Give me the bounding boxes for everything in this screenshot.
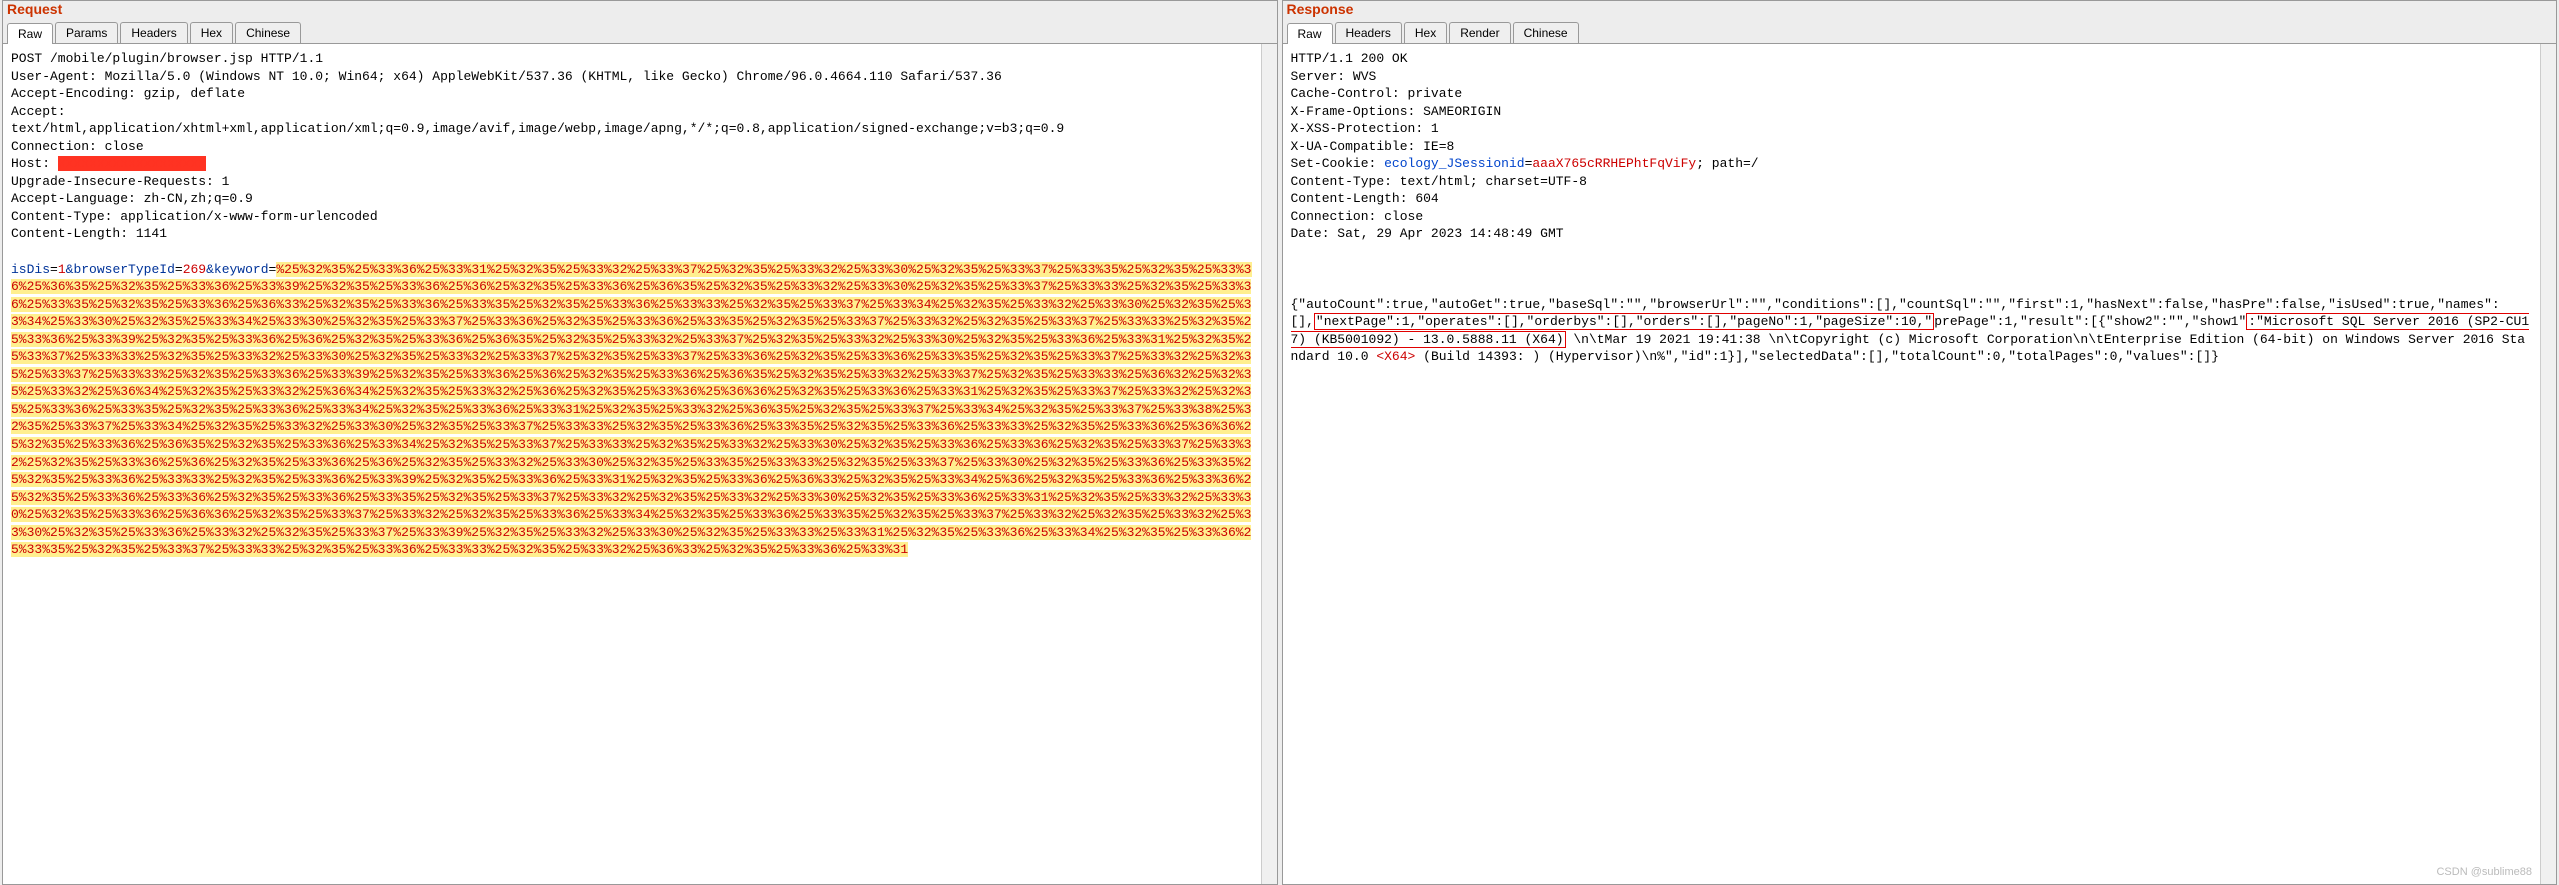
response-body-mid: prePage":1,"result":[{"show2":"","show1"	[1934, 314, 2246, 329]
header-xframe: X-Frame-Options: SAMEORIGIN	[1291, 104, 1502, 119]
tab-raw[interactable]: Raw	[7, 23, 53, 44]
tab-hex[interactable]: Hex	[190, 22, 233, 43]
request-tab-bar: Raw Params Headers Hex Chinese	[3, 19, 1277, 44]
param-keyword-val: %25%32%35%25%33%36%25%33%31%25%32%35%25%…	[11, 262, 1252, 558]
header-accept-encoding: Accept-Encoding: gzip, deflate	[11, 86, 245, 101]
header-accept: Accept:	[11, 104, 66, 119]
tab-chinese[interactable]: Chinese	[235, 22, 301, 43]
request-raw-content[interactable]: POST /mobile/plugin/browser.jsp HTTP/1.1…	[3, 44, 1261, 884]
cookie-name: ecology_JSessionid	[1384, 156, 1524, 171]
header-accept-value: text/html,application/xhtml+xml,applicat…	[11, 121, 1064, 136]
tab-hex[interactable]: Hex	[1404, 22, 1447, 43]
tab-params[interactable]: Params	[55, 22, 118, 43]
cookie-path: ; path=/	[1696, 156, 1758, 171]
tab-chinese[interactable]: Chinese	[1513, 22, 1579, 43]
param-browsertypeid-key: browserTypeId	[73, 262, 174, 277]
header-ua-compat: X-UA-Compatible: IE=8	[1291, 139, 1455, 154]
header-connection: Connection: close	[11, 139, 144, 154]
request-line: POST /mobile/plugin/browser.jsp HTTP/1.1	[11, 51, 323, 66]
header-user-agent: User-Agent: Mozilla/5.0 (Windows NT 10.0…	[11, 69, 1002, 84]
header-connection: Connection: close	[1291, 209, 1424, 224]
request-scrollbar[interactable]	[1261, 44, 1277, 884]
header-cache-control: Cache-Control: private	[1291, 86, 1463, 101]
tab-headers[interactable]: Headers	[120, 22, 187, 43]
response-panel: Response Raw Headers Hex Render Chinese …	[1282, 0, 2558, 885]
x64-marker: <X64>	[1376, 349, 1415, 364]
param-browsertypeid-val: 269	[183, 262, 206, 277]
cookie-value: aaaX765cRRHEPhtFqViFy	[1532, 156, 1696, 171]
response-tab-bar: Raw Headers Hex Render Chinese	[1283, 19, 2557, 44]
header-accept-language: Accept-Language: zh-CN,zh;q=0.9	[11, 191, 253, 206]
response-title: Response	[1283, 1, 2557, 19]
response-scrollbar[interactable]	[2540, 44, 2556, 884]
watermark: CSDN @sublime88	[2436, 865, 2532, 880]
header-content-type: Content-Type: application/x-www-form-url…	[11, 209, 378, 224]
header-date: Date: Sat, 29 Apr 2023 14:48:49 GMT	[1291, 226, 1564, 241]
response-raw-content[interactable]: HTTP/1.1 200 OK Server: WVS Cache-Contro…	[1283, 44, 2541, 884]
tab-render[interactable]: Render	[1449, 22, 1510, 43]
header-content-length: Content-Length: 604	[1291, 191, 1439, 206]
highlight-box-pagination: "nextPage":1,"operates":[],"orderbys":[]…	[1314, 313, 1934, 330]
request-title: Request	[3, 1, 1277, 19]
param-isdis-key: isDis	[11, 262, 50, 277]
param-keyword-key: keyword	[214, 262, 269, 277]
header-set-cookie-label: Set-Cookie:	[1291, 156, 1385, 171]
header-xss: X-XSS-Protection: 1	[1291, 121, 1439, 136]
header-content-type: Content-Type: text/html; charset=UTF-8	[1291, 174, 1587, 189]
status-line: HTTP/1.1 200 OK	[1291, 51, 1408, 66]
tab-headers[interactable]: Headers	[1335, 22, 1402, 43]
header-content-length: Content-Length: 1141	[11, 226, 167, 241]
header-host-redacted: xxxxxxxxxxxxxxxxxxx	[58, 156, 206, 171]
header-upgrade: Upgrade-Insecure-Requests: 1	[11, 174, 229, 189]
response-body-tail: (Build 14393: ) (Hypervisor)\n%","id":1}…	[1415, 349, 2219, 364]
request-panel: Request Raw Params Headers Hex Chinese P…	[2, 0, 1278, 885]
header-server: Server: WVS	[1291, 69, 1377, 84]
header-host-label: Host:	[11, 156, 58, 171]
tab-raw[interactable]: Raw	[1287, 23, 1333, 44]
param-isdis-val: 1	[58, 262, 66, 277]
